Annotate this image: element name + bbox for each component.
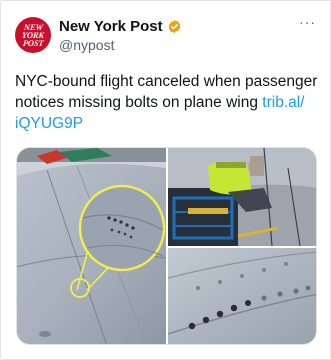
photo-worker-inspecting[interactable] (168, 148, 316, 246)
account-name-row[interactable]: New York Post (59, 18, 182, 35)
tweet-media-grid[interactable] (16, 147, 317, 345)
photo-missing-bolts[interactable] (168, 248, 316, 344)
tweet-text: NYC-bound flight canceled when passenger… (15, 71, 319, 134)
verified-badge-icon (168, 19, 181, 34)
worker-photo-image (168, 148, 316, 246)
display-name[interactable]: New York Post (59, 18, 163, 35)
avatar-logo-line: POST (22, 38, 44, 48)
wing-photo-image (17, 148, 166, 344)
tweet-card: NEW YORK POST New York Post @nypost ··· … (0, 0, 331, 360)
avatar[interactable]: NEW YORK POST (15, 17, 51, 53)
bolts-photo-image (168, 248, 316, 344)
more-options-icon[interactable]: ··· (299, 15, 316, 29)
photo-wing-closeup[interactable] (17, 148, 166, 344)
account-handle[interactable]: @nypost (59, 37, 114, 53)
